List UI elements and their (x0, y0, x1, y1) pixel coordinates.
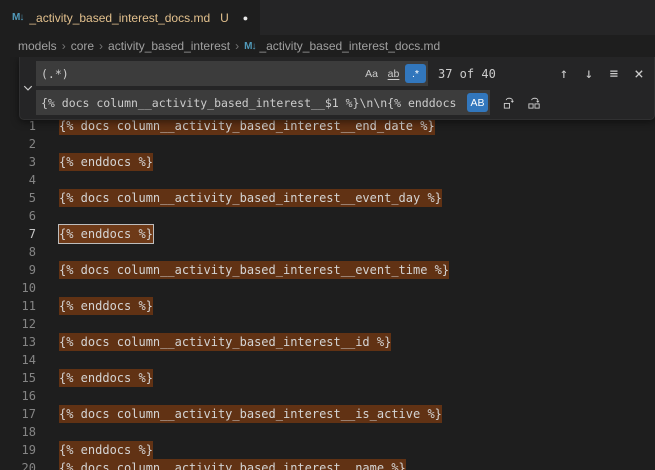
line-text: {% enddocs %} (59, 225, 153, 243)
line-number: 2 (0, 135, 36, 153)
breadcrumb-separator: › (235, 39, 239, 53)
replace-button[interactable] (498, 92, 520, 114)
line-number: 13 (0, 333, 36, 351)
code-line-11[interactable]: 11 {% enddocs %} (0, 297, 655, 315)
chevron-down-icon (22, 82, 34, 94)
code-line-18[interactable]: 18 (0, 423, 655, 441)
line-text: {% docs column__activity_based_interest_… (59, 405, 442, 423)
line-number: 15 (0, 369, 36, 387)
line-number: 4 (0, 171, 36, 189)
line-number: 17 (0, 405, 36, 423)
code-line-13[interactable]: 13 {% docs column__activity_based_interes… (0, 333, 655, 351)
replace-input[interactable] (36, 96, 466, 110)
line-number: 3 (0, 153, 36, 171)
breadcrumb-item-models[interactable]: models (18, 39, 57, 53)
line-number: 14 (0, 351, 36, 369)
code-line-6[interactable]: 6 (0, 207, 655, 225)
code-line-5[interactable]: 5 {% docs column__activity_based_interest… (0, 189, 655, 207)
line-number: 20 (0, 459, 36, 470)
regex-toggle[interactable]: .* (405, 64, 426, 83)
code-line-8[interactable]: 8 (0, 243, 655, 261)
breadcrumb-item-activity_based_interest[interactable]: activity_based_interest (108, 39, 230, 53)
line-text: {% docs column__activity_based_interest_… (59, 261, 449, 279)
code-line-17[interactable]: 17 {% docs column__activity_based_interes… (0, 405, 655, 423)
results-count: 37 of 40 (438, 67, 496, 81)
markdown-file-icon: M↓ (244, 41, 255, 52)
line-number: 16 (0, 387, 36, 405)
whole-word-toggle[interactable]: ab (383, 64, 404, 83)
line-text: {% docs column__activity_based_interest_… (59, 459, 406, 470)
close-find-widget-button[interactable]: × (628, 63, 650, 85)
find-replace-widget: Aa ab .* 37 of 40 ↑ ↓ ≡ × AB (19, 57, 655, 120)
replace-icon (502, 95, 517, 110)
line-text: {% enddocs %} (59, 153, 153, 171)
code-line-10[interactable]: 10 (0, 279, 655, 297)
code-line-4[interactable]: 4 (0, 171, 655, 189)
match-case-toggle[interactable]: Aa (361, 64, 382, 83)
previous-match-button[interactable]: ↑ (553, 63, 575, 85)
line-number: 12 (0, 315, 36, 333)
line-number: 18 (0, 423, 36, 441)
editor-tab[interactable]: M↓ _activity_based_interest_docs.md U ● (0, 0, 261, 35)
code-line-16[interactable]: 16 (0, 387, 655, 405)
unsaved-changes-dot[interactable]: ● (243, 13, 248, 23)
line-number: 6 (0, 207, 36, 225)
breadcrumb-item-file[interactable]: _activity_based_interest_docs.md (259, 39, 440, 53)
breadcrumb-item-core[interactable]: core (71, 39, 94, 53)
code-line-9[interactable]: 9 {% docs column__activity_based_interest… (0, 261, 655, 279)
git-status-badge: U (220, 11, 229, 25)
line-number: 5 (0, 189, 36, 207)
toggle-replace-button[interactable] (20, 61, 36, 115)
editor-tab-bar: M↓ _activity_based_interest_docs.md U ● (0, 0, 655, 35)
line-text: {% enddocs %} (59, 369, 153, 387)
markdown-file-icon: M↓ (12, 12, 23, 23)
replace-row: AB (36, 90, 650, 115)
breadcrumb-separator: › (62, 39, 66, 53)
replace-inputbox: AB (36, 90, 490, 115)
line-text: {% enddocs %} (59, 297, 153, 315)
code-line-12[interactable]: 12 (0, 315, 655, 333)
line-text: {% enddocs %} (59, 441, 153, 459)
find-row: Aa ab .* 37 of 40 ↑ ↓ ≡ × (36, 61, 650, 86)
line-number: 10 (0, 279, 36, 297)
line-number: 19 (0, 441, 36, 459)
breadcrumb: models › core › activity_based_interest › M↓ _a… (0, 35, 655, 57)
editor-pane: 1{% docs column__activity_based_interest… (0, 57, 655, 470)
preserve-case-toggle[interactable]: AB (467, 93, 488, 112)
find-inputbox: Aa ab .* (36, 61, 428, 86)
breadcrumb-separator: › (99, 39, 103, 53)
line-number: 9 (0, 261, 36, 279)
tab-filename: _activity_based_interest_docs.md (29, 11, 210, 25)
vscode-window: M↓ _activity_based_interest_docs.md U ● … (0, 0, 655, 470)
code-line-19[interactable]: 19 {% enddocs %} (0, 441, 655, 459)
find-in-selection-button[interactable]: ≡ (603, 63, 625, 85)
code-line-15[interactable]: 15 {% enddocs %} (0, 369, 655, 387)
line-number: 8 (0, 243, 36, 261)
replace-all-icon (527, 95, 542, 110)
find-input[interactable] (36, 67, 360, 81)
code-line-14[interactable]: 14 (0, 351, 655, 369)
code-line-7[interactable]: 7 {% enddocs %} (0, 225, 655, 243)
code-line-3[interactable]: 3 {% enddocs %} (0, 153, 655, 171)
line-text: {% docs column__activity_based_interest_… (59, 189, 442, 207)
next-match-button[interactable]: ↓ (578, 63, 600, 85)
code-line-20[interactable]: 20 {% docs column__activity_based_interes… (0, 459, 655, 470)
line-text: {% docs column__activity_based_interest_… (59, 333, 391, 351)
line-number: 11 (0, 297, 36, 315)
code-line-2[interactable]: 2 (0, 135, 655, 153)
replace-all-button[interactable] (523, 92, 545, 114)
line-number: 7 (0, 225, 36, 243)
